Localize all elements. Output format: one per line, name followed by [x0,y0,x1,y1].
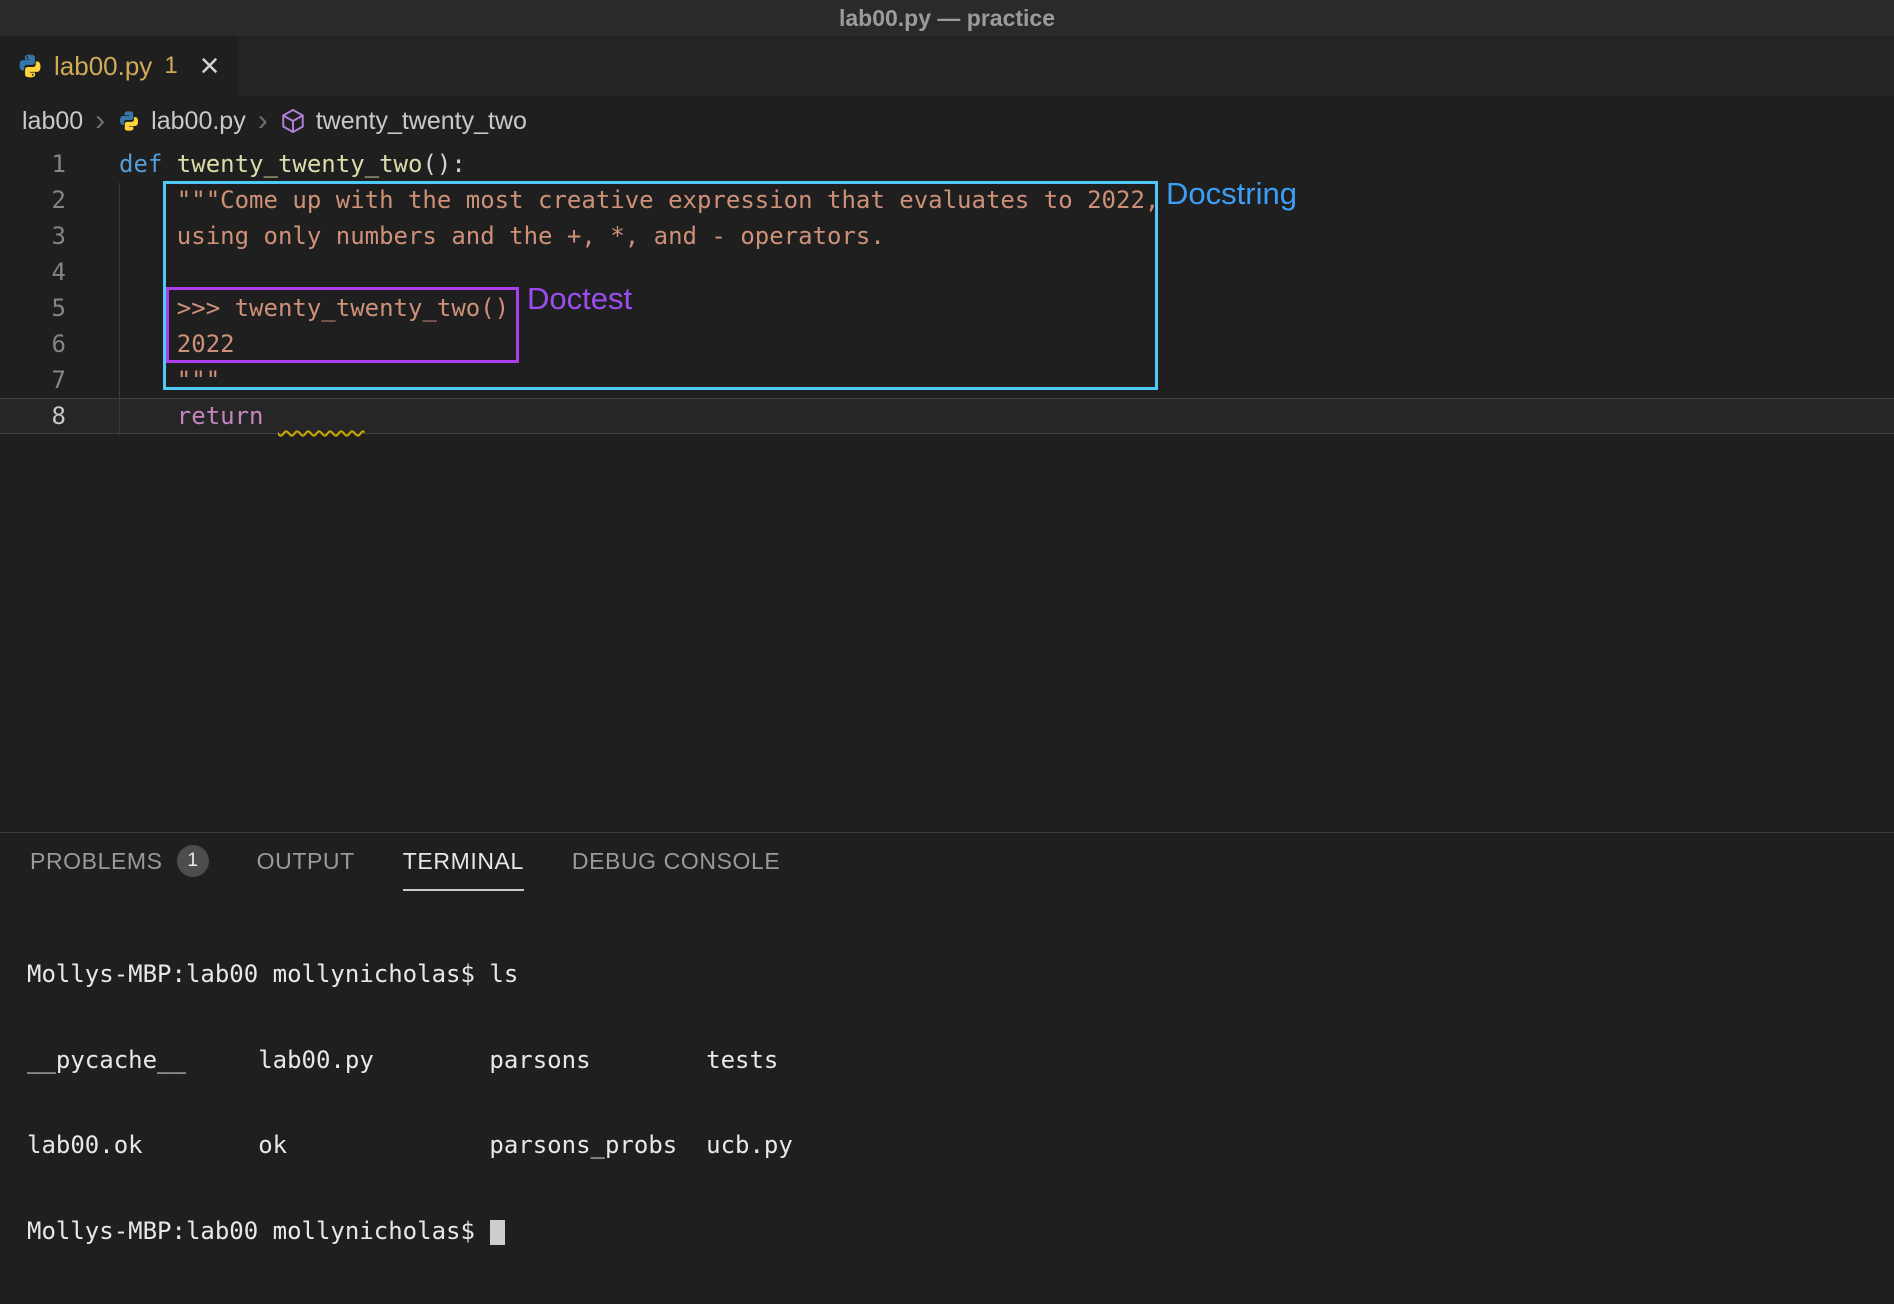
terminal-prompt-line: Mollys-MBP:lab00 mollynicholas$ [27,1217,1894,1246]
line-number: 5 [0,294,66,322]
breadcrumb: lab00 › lab00.py › twenty_twenty_two [0,96,1894,146]
panel-tab-label: DEBUG CONSOLE [572,848,780,875]
terminal-cursor [490,1220,505,1245]
doctest-annotation-label: Doctest [527,281,632,317]
code-line: 1 def twenty_twenty_two(): [0,146,1894,182]
code-editor[interactable]: 1 def twenty_twenty_two(): 2 """Come up … [0,146,1894,832]
vscode-window: lab00.py — practice lab00.py 1 × lab00 ›… [0,0,1894,1304]
code-token: (): [422,150,465,178]
terminal-line: __pycache__ lab00.py parsons tests [27,1046,1894,1075]
tab-problems[interactable]: PROBLEMS 1 [30,833,209,891]
line-number: 6 [0,330,66,358]
code-line-current: 8 return [0,398,1894,434]
panel-tab-label: PROBLEMS [30,848,163,875]
terminal-prompt: Mollys-MBP:lab00 mollynicholas$ [27,1217,489,1245]
breadcrumb-file[interactable]: lab00.py [151,107,246,136]
breadcrumb-symbol[interactable]: twenty_twenty_two [316,107,527,136]
tab-lab00py[interactable]: lab00.py 1 × [0,36,238,96]
window-title: lab00.py — practice [839,5,1055,32]
line-number: 3 [0,222,66,250]
line-number: 2 [0,186,66,214]
panel-tab-label: OUTPUT [257,848,355,875]
bottom-panel: PROBLEMS 1 OUTPUT TERMINAL DEBUG CONSOLE… [0,832,1894,1303]
terminal-line: Mollys-MBP:lab00 mollynicholas$ ls [27,960,1894,989]
panel-tab-label: TERMINAL [403,848,524,875]
line-number: 7 [0,366,66,394]
code-token: twenty_twenty_two [177,150,423,178]
panel-tab-bar: PROBLEMS 1 OUTPUT TERMINAL DEBUG CONSOLE [0,833,1894,891]
code-text: def twenty_twenty_two(): [66,150,466,178]
tab-label: lab00.py [54,51,152,82]
title-bar: lab00.py — practice [0,0,1894,36]
line-number: 1 [0,150,66,178]
tab-bar: lab00.py 1 × [0,36,1894,96]
python-icon [16,52,44,80]
chevron-right-icon: › [93,106,107,136]
tab-output[interactable]: OUTPUT [257,833,355,891]
tab-terminal[interactable]: TERMINAL [403,833,524,891]
tab-warning-count: 1 [164,52,177,80]
code-token: return [119,402,278,430]
symbol-method-icon [280,108,306,134]
python-icon [117,109,141,133]
line-number: 8 [0,402,66,430]
chevron-right-icon: › [256,106,270,136]
terminal-line: lab00.ok ok parsons_probs ucb.py [27,1131,1894,1160]
terminal[interactable]: Mollys-MBP:lab00 mollynicholas$ ls __pyc… [0,891,1894,1302]
doctest-annotation-box [166,287,519,363]
tab-debug-console[interactable]: DEBUG CONSOLE [572,833,780,891]
line-number: 4 [0,258,66,286]
indent-guide [119,183,120,435]
code-token: def [119,150,177,178]
docstring-annotation-label: Docstring [1166,176,1297,212]
close-icon[interactable]: × [200,49,220,83]
problems-count-badge: 1 [177,845,209,877]
breadcrumb-folder[interactable]: lab00 [22,107,83,136]
warning-squiggle [278,402,365,430]
code-text: return [66,402,365,430]
